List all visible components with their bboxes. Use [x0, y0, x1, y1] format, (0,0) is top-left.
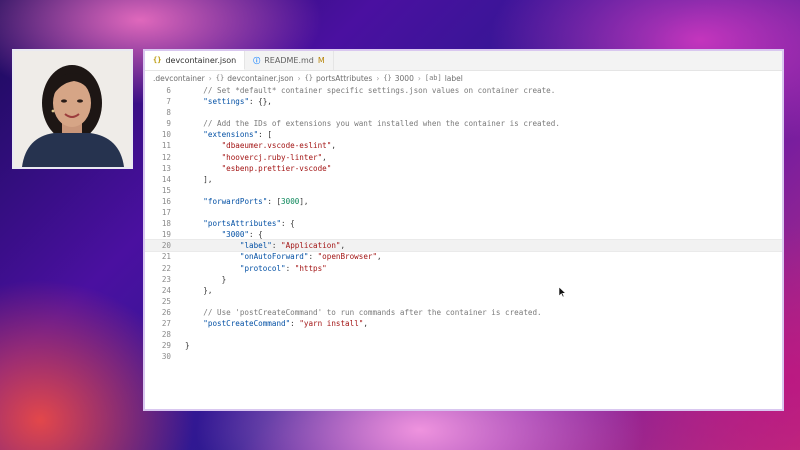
code-line[interactable]: 9 // Add the IDs of extensions you want …: [145, 118, 782, 129]
line-number: 29: [161, 341, 171, 351]
code-line[interactable]: 27 "postCreateCommand": "yarn install",: [145, 318, 782, 329]
code-line[interactable]: 11 "dbaeumer.vscode-eslint",: [145, 140, 782, 151]
line-number: 7: [166, 97, 171, 107]
line-number: 10: [161, 130, 171, 140]
object-icon: {}: [383, 74, 392, 82]
code-line[interactable]: 22 "protocol": "https": [145, 263, 782, 274]
line-number: 11: [161, 141, 171, 151]
chevron-right-icon: ›: [297, 73, 301, 83]
code-line[interactable]: 16 "forwardPorts": [3000],: [145, 196, 782, 207]
line-number: 20: [161, 241, 171, 251]
line-number: 25: [161, 296, 171, 306]
code-text: ],: [185, 174, 213, 184]
modified-badge: M: [317, 56, 325, 65]
code-line[interactable]: 30: [145, 351, 782, 362]
code-text: }: [185, 341, 190, 351]
line-number: 21: [161, 252, 171, 262]
code-line[interactable]: 7 "settings": {},: [145, 96, 782, 107]
line-number: 24: [161, 285, 171, 295]
code-line[interactable]: 17: [145, 207, 782, 218]
line-number: 16: [161, 196, 171, 206]
code-line[interactable]: 15: [145, 185, 782, 196]
line-number: 12: [161, 152, 171, 162]
code-line[interactable]: 10 "extensions": [: [145, 129, 782, 140]
json-braces-icon: {}: [153, 56, 162, 64]
code-line[interactable]: 24 },: [145, 285, 782, 296]
line-number: 28: [161, 330, 171, 340]
code-line[interactable]: 26 // Use 'postCreateCommand' to run com…: [145, 307, 782, 318]
line-number: 8: [166, 108, 171, 118]
code-line[interactable]: 8: [145, 107, 782, 118]
json-braces-icon: {}: [215, 74, 225, 82]
code-text: "settings": {},: [203, 97, 272, 107]
code-line[interactable]: 13 "esbenp.prettier-vscode": [145, 163, 782, 174]
tab-label: devcontainer.json: [165, 55, 237, 65]
chevron-right-icon: ›: [376, 73, 380, 83]
code-text: // Set *default* container specific sett…: [185, 86, 556, 95]
code-text: "forwardPorts": [3000],: [203, 196, 309, 206]
code-text: // Add the IDs of extensions you want in…: [185, 119, 560, 129]
code-line[interactable]: 21 "onAutoForward": "openBrowser",: [145, 251, 782, 262]
code-line[interactable]: 14 ],: [145, 174, 782, 185]
code-text: "portsAttributes": {: [203, 219, 295, 229]
code-text: "hoovercj.ruby-linter",: [221, 152, 327, 162]
code-line[interactable]: 19 "3000": {: [145, 229, 782, 240]
line-number: 9: [166, 119, 171, 129]
line-number: 23: [161, 274, 171, 284]
breadcrumb: .devcontainer › {} devcontainer.json › {…: [145, 71, 782, 85]
line-number: 30: [161, 352, 171, 362]
string-property-icon: [ab]: [424, 74, 442, 82]
code-text: "extensions": [: [203, 130, 272, 140]
code-text: "label": "Application",: [239, 241, 346, 251]
code-line[interactable]: 23 }: [145, 274, 782, 285]
line-number: 14: [161, 174, 171, 184]
presenter-webcam: [12, 49, 133, 169]
code-text: }: [185, 274, 227, 284]
code-line[interactable]: 12 "hoovercj.ruby-linter",: [145, 152, 782, 163]
line-number: 17: [161, 208, 171, 218]
code-line[interactable]: 29}: [145, 340, 782, 351]
breadcrumb-item-devcontainer-folder[interactable]: .devcontainer: [153, 74, 205, 83]
line-number: 18: [161, 219, 171, 229]
line-number: 22: [161, 263, 171, 273]
presenter-image: [14, 51, 131, 167]
code-line[interactable]: 20 "label": "Application",: [145, 239, 782, 253]
breadcrumb-item-label[interactable]: label: [445, 74, 463, 83]
code-line[interactable]: 6 // Set *default* container specific se…: [145, 85, 782, 96]
tab-label: README.md: [264, 56, 314, 65]
chevron-right-icon: ›: [417, 73, 421, 83]
line-number: 13: [161, 163, 171, 173]
code-text: "onAutoForward": "openBrowser",: [239, 252, 382, 262]
code-text: // Use 'postCreateCommand' to run comman…: [185, 307, 542, 317]
object-icon: {}: [304, 74, 314, 82]
tab-devcontainer-json[interactable]: {} devcontainer.json: [145, 51, 246, 70]
breadcrumb-item-portsattributes[interactable]: portsAttributes: [316, 74, 372, 83]
line-number: 27: [161, 318, 171, 328]
breadcrumb-item-file[interactable]: devcontainer.json: [227, 74, 293, 83]
code-line[interactable]: 25: [145, 296, 782, 307]
mouse-pointer-icon: [559, 287, 567, 297]
code-area[interactable]: 6 // Set *default* container specific se…: [145, 85, 782, 362]
code-text: "postCreateCommand": "yarn install",: [203, 318, 368, 328]
code-line[interactable]: 28: [145, 329, 782, 340]
line-number: 19: [161, 230, 171, 240]
line-number: 15: [161, 185, 171, 195]
code-text: },: [185, 285, 213, 295]
code-text: "dbaeumer.vscode-eslint",: [221, 141, 336, 151]
code-text: "3000": {: [221, 230, 263, 240]
line-number: 26: [161, 307, 171, 317]
editor-tab-bar: {} devcontainer.json ⓘ README.md M: [145, 51, 782, 71]
code-line[interactable]: 18 "portsAttributes": {: [145, 218, 782, 229]
code-text: "esbenp.prettier-vscode": [221, 163, 332, 173]
code-text: "protocol": "https": [239, 263, 327, 273]
code-editor-window: {} devcontainer.json ⓘ README.md M .devc…: [143, 49, 784, 411]
tab-readme-md[interactable]: ⓘ README.md M: [245, 51, 334, 70]
breadcrumb-item-3000[interactable]: 3000: [395, 74, 414, 83]
chevron-right-icon: ›: [208, 73, 212, 83]
line-number: 6: [166, 86, 171, 95]
info-icon: ⓘ: [253, 56, 261, 65]
